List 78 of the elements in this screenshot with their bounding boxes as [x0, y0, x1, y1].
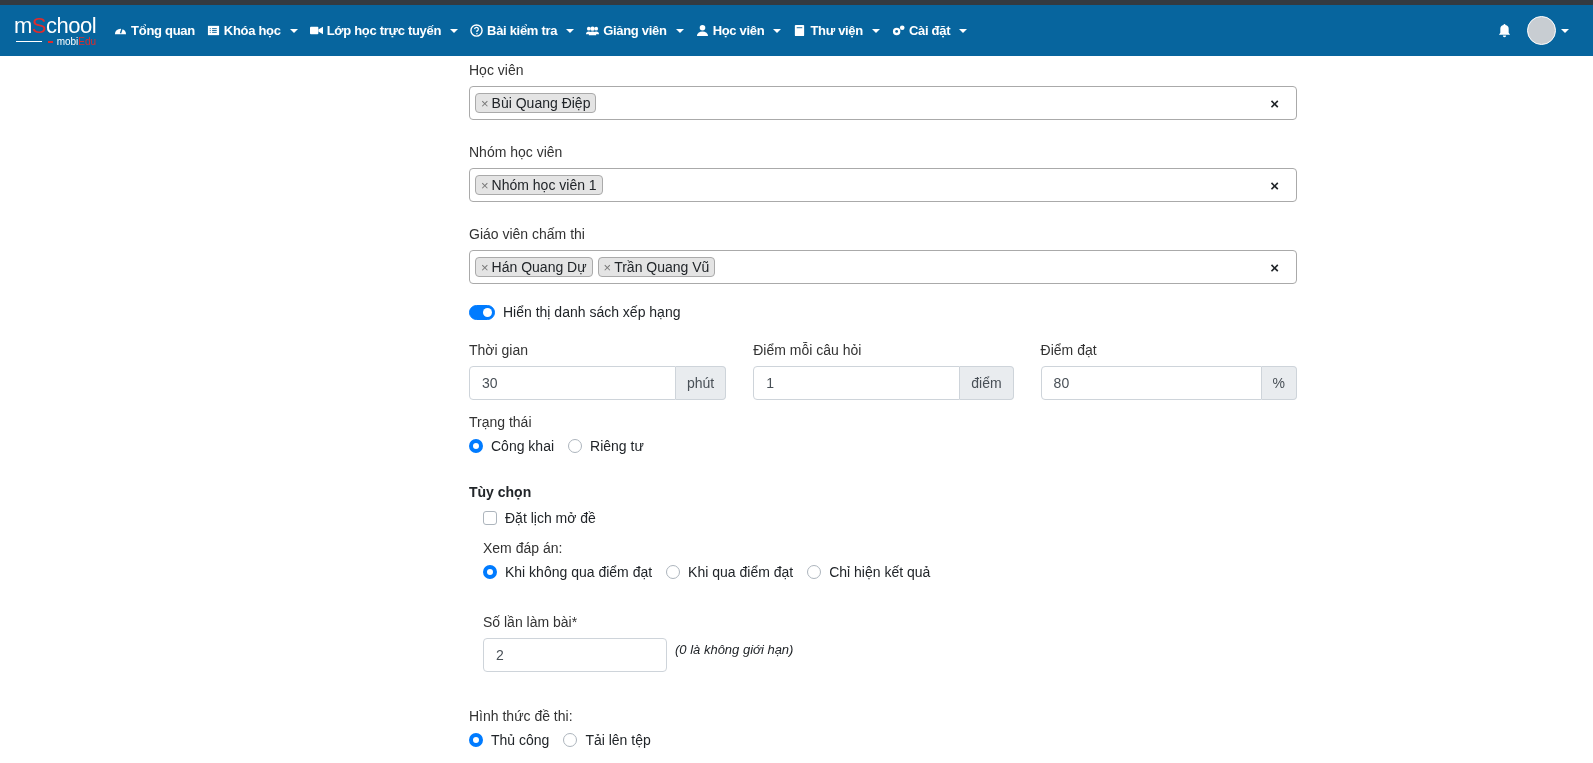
nav-link[interactable]: Khóa học: [206, 23, 298, 38]
bell-icon[interactable]: [1498, 23, 1511, 38]
caret-icon: [871, 28, 880, 33]
multi-select-field[interactable]: × Hán Quang Dự × Trần Quang Vũ ×: [469, 250, 1297, 284]
tag-label: Hán Quang Dự: [491, 259, 587, 275]
question-circle-icon: [470, 24, 484, 37]
radio-button[interactable]: [807, 565, 822, 579]
radio-button[interactable]: [666, 565, 681, 579]
radio-label: Chỉ hiện kết quả: [829, 564, 931, 580]
field-label: Điểm mỗi câu hỏi: [753, 342, 863, 358]
nav-link[interactable]: Tổng quan: [114, 23, 195, 38]
user-icon: [695, 24, 709, 37]
users-icon: [586, 24, 600, 37]
radio-button[interactable]: [568, 439, 583, 453]
number-input[interactable]: 30: [469, 366, 676, 400]
user-menu[interactable]: [1527, 16, 1569, 45]
nav-link[interactable]: Lớp học trực tuyến: [309, 23, 459, 38]
caret-icon: [566, 28, 575, 33]
unit-addon: %: [1261, 366, 1297, 400]
toggle-label: Hiển thị danh sách xếp hạng: [503, 304, 681, 320]
radio-label: Thủ công: [491, 732, 550, 748]
caret-icon: [450, 28, 459, 33]
radio-button[interactable]: [469, 733, 483, 747]
remove-tag-button[interactable]: ×: [481, 95, 489, 111]
tag-label: Trần Quang Vũ: [614, 259, 710, 275]
unit-addon: điểm: [960, 366, 1014, 400]
remove-tag-button[interactable]: ×: [603, 259, 612, 275]
caret-icon: [1561, 28, 1569, 33]
field-label: Học viên: [469, 62, 525, 78]
radio-label: Khi qua điểm đạt: [688, 564, 794, 580]
checkbox[interactable]: [483, 511, 497, 525]
caret-icon: [289, 28, 298, 33]
field-label: Thời gian: [469, 342, 529, 358]
attempts-input[interactable]: 2: [483, 638, 667, 672]
tag-label: Bùi Quang Điệp: [491, 95, 591, 111]
hint-text: (0 là không giới hạn): [675, 642, 794, 657]
gears-icon: [891, 24, 905, 37]
avatar: [1527, 16, 1556, 45]
unit-addon: phút: [676, 366, 727, 400]
number-input[interactable]: 1: [753, 366, 961, 400]
field-label: Hình thức đề thi:: [469, 708, 574, 724]
logo[interactable]: mSchool mobiEdu: [14, 14, 97, 47]
remove-tag-button[interactable]: ×: [481, 259, 489, 275]
caret-icon: [959, 28, 968, 33]
radio-label: Riêng tư: [590, 438, 644, 454]
nav-link[interactable]: Giảng viên: [586, 23, 684, 38]
tag-label: Nhóm học viên 1: [491, 177, 597, 193]
toggle-switch[interactable]: [469, 304, 495, 320]
clear-button[interactable]: ×: [1270, 258, 1279, 276]
nav-link[interactable]: Học viên: [695, 23, 782, 38]
field-label: Điểm đạt: [1040, 342, 1098, 358]
caret-icon: [773, 28, 782, 33]
radio-button[interactable]: [563, 733, 578, 747]
multi-select-field[interactable]: × Bùi Quang Điệp ×: [469, 86, 1297, 120]
checkbox-label: Đặt lịch mở đề: [505, 510, 596, 526]
field-label: Số lần làm bài*: [483, 614, 579, 630]
radio-label: Công khai: [491, 438, 555, 454]
remove-tag-button[interactable]: ×: [481, 177, 489, 193]
book-icon: [793, 24, 807, 37]
number-input[interactable]: 80: [1040, 366, 1262, 400]
list-icon: [206, 24, 220, 37]
video-camera-icon: [309, 24, 323, 37]
field-label: Trạng thái: [469, 414, 533, 430]
field-label: Giáo viên chấm thi: [469, 226, 586, 242]
field-label: Nhóm học viên: [469, 144, 564, 160]
nav-link[interactable]: Thư viện: [793, 23, 880, 38]
multi-select-field[interactable]: × Nhóm học viên 1 ×: [469, 168, 1297, 202]
radio-label: Tải lên tệp: [585, 732, 651, 748]
radio-button[interactable]: [483, 565, 497, 579]
field-label: Xem đáp án:: [483, 540, 564, 556]
caret-icon: [675, 28, 684, 33]
radio-button[interactable]: [469, 439, 483, 453]
section-title: Tùy chọn: [469, 484, 533, 500]
nav-link[interactable]: Bài kiểm tra: [470, 23, 575, 38]
radio-label: Khi không qua điểm đạt: [505, 564, 653, 580]
nav-link[interactable]: Cài đặt: [891, 23, 968, 38]
clear-button[interactable]: ×: [1270, 176, 1279, 194]
clear-button[interactable]: ×: [1270, 94, 1279, 112]
